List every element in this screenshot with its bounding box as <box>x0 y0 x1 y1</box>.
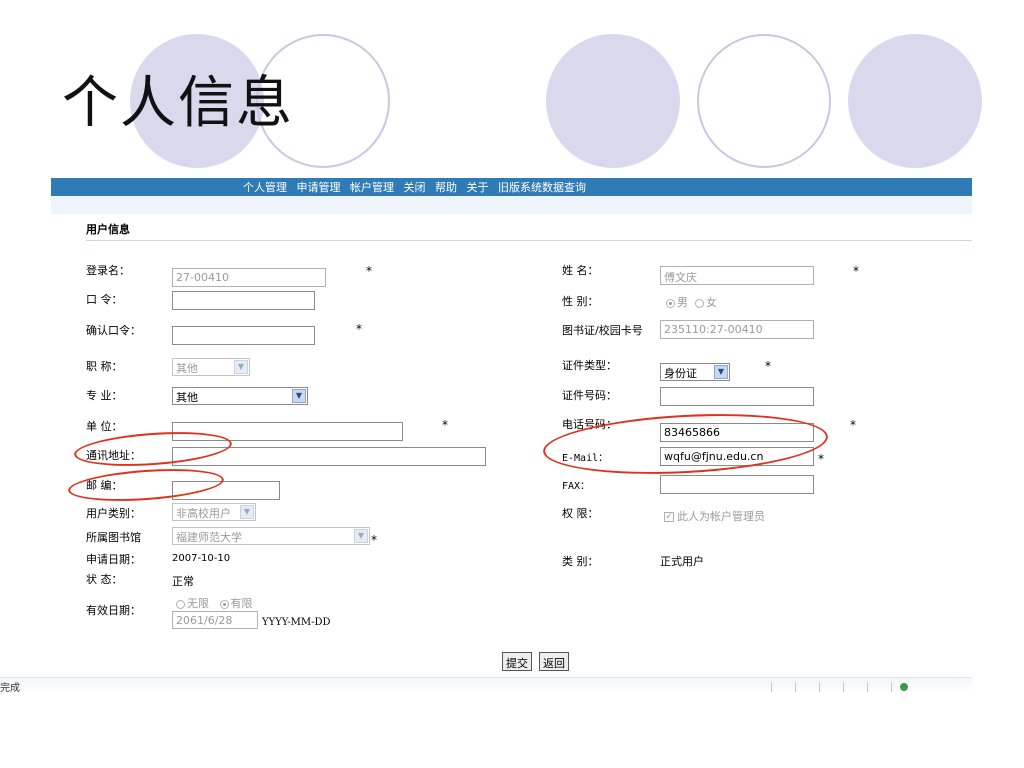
radio-unlimited[interactable] <box>176 599 185 609</box>
library-select-value: 福建师范大学 <box>176 531 242 544</box>
permission-label: 权 限： <box>562 507 599 520</box>
fax-label: FAX： <box>562 481 591 492</box>
divider <box>771 682 772 692</box>
nav-item-account[interactable]: 帐户管理 <box>350 181 394 194</box>
title-select[interactable]: 其他 ▼ <box>172 358 250 376</box>
major-select[interactable]: 其他 ▼ <box>172 387 308 405</box>
radio-male[interactable] <box>666 298 675 308</box>
slide-title: 个人信息 <box>62 71 294 136</box>
divider <box>867 682 868 692</box>
id-number-label: 证件号码： <box>562 389 617 402</box>
permission-option: ✓ 此人为帐户管理员 <box>664 508 765 524</box>
gender-label: 性 别： <box>562 295 599 308</box>
nav-item-close[interactable]: 关闭 <box>404 181 426 194</box>
fax-input[interactable] <box>660 475 814 494</box>
decor-circle <box>546 34 680 168</box>
status-label: 状 态： <box>86 573 123 586</box>
user-type-label: 用户类别： <box>86 507 141 520</box>
id-type-select-value: 身份证 <box>664 367 697 380</box>
password-input[interactable] <box>172 291 315 310</box>
nav-item-old-data[interactable]: 旧版系统数据查询 <box>498 181 586 194</box>
radio-unlimited-label: 无限 <box>187 597 209 610</box>
divider <box>86 240 972 241</box>
valid-date-label: 有效日期： <box>86 604 141 617</box>
required-mark: * <box>818 452 824 466</box>
nav-item-help[interactable]: 帮助 <box>435 181 457 194</box>
chevron-down-icon: ▼ <box>354 529 368 543</box>
confirm-password-label: 确认口令： <box>86 324 141 337</box>
nav-item-about[interactable]: 关于 <box>467 181 489 194</box>
radio-limited-label: 有限 <box>230 597 253 610</box>
id-number-input[interactable] <box>660 387 814 406</box>
required-mark: * <box>853 264 859 278</box>
required-mark: * <box>366 264 372 278</box>
browser-status-bar: 完成 <box>0 677 972 694</box>
chevron-down-icon: ▼ <box>240 505 254 519</box>
title-label: 职 称： <box>86 360 123 373</box>
status-text: 完成 <box>0 683 20 694</box>
radio-female-label: 女 <box>706 296 717 309</box>
chevron-down-icon: ▼ <box>714 365 728 379</box>
category-value: 正式用户 <box>660 555 704 568</box>
user-type-select[interactable]: 非高校用户 ▼ <box>172 503 256 521</box>
card-no-input[interactable]: 235110:27-00410 <box>660 320 814 339</box>
divider <box>795 682 796 692</box>
major-label: 专 业： <box>86 389 123 402</box>
gender-options: 男 女 <box>666 294 717 310</box>
section-title: 用户信息 <box>86 223 130 236</box>
category-label: 类 别： <box>562 555 599 568</box>
apply-date-value: 2007-10-10 <box>172 553 231 564</box>
user-type-select-value: 非高校用户 <box>176 507 231 520</box>
divider <box>843 682 844 692</box>
decor-circle <box>848 34 982 168</box>
submit-button[interactable]: 提交 <box>502 652 532 671</box>
required-mark: * <box>850 418 856 432</box>
required-mark: * <box>371 533 377 547</box>
globe-icon <box>900 683 908 691</box>
divider <box>819 682 820 692</box>
status-value: 正常 <box>172 575 194 588</box>
radio-limited[interactable] <box>219 599 229 609</box>
radio-female[interactable] <box>695 298 704 308</box>
required-mark: * <box>356 322 362 336</box>
major-select-value: 其他 <box>176 391 198 404</box>
library-select[interactable]: 福建师范大学 ▼ <box>172 527 370 545</box>
login-name-label: 登录名： <box>86 264 130 277</box>
admin-checkbox-label: 此人为帐户管理员 <box>677 510 765 523</box>
radio-male-label: 男 <box>677 296 688 309</box>
back-button[interactable]: 返回 <box>539 652 569 671</box>
decor-circle <box>697 34 831 168</box>
valid-date-input[interactable]: 2061/6/28 <box>172 611 258 629</box>
nav-item-personal[interactable]: 个人管理 <box>243 181 287 194</box>
password-label: 口 令： <box>86 293 123 306</box>
library-label: 所属图书馆 <box>86 531 141 544</box>
valid-date-options: 无限 有限 <box>176 595 253 611</box>
chevron-down-icon: ▼ <box>234 360 248 374</box>
admin-checkbox[interactable]: ✓ <box>664 512 674 522</box>
sub-bar <box>51 196 972 214</box>
divider <box>891 682 892 692</box>
card-no-label: 图书证/校园卡号 <box>562 324 643 337</box>
nav-item-apply[interactable]: 申请管理 <box>297 181 341 194</box>
chevron-down-icon: ▼ <box>292 389 306 403</box>
date-format-hint: YYYY-MM-DD <box>262 617 331 628</box>
title-select-value: 其他 <box>176 362 198 375</box>
apply-date-label: 申请日期： <box>86 553 141 566</box>
top-nav-bar: 个人管理 申请管理 帐户管理 关闭 帮助 关于 旧版系统数据查询 <box>51 178 972 196</box>
name-label: 姓 名： <box>562 264 599 277</box>
unit-label: 单 位： <box>86 420 123 433</box>
confirm-password-input[interactable] <box>172 326 315 345</box>
name-input[interactable]: 傅文庆 <box>660 266 814 285</box>
id-type-select[interactable]: 身份证 ▼ <box>660 363 730 381</box>
required-mark: * <box>442 418 448 432</box>
required-mark: * <box>765 359 771 373</box>
id-type-label: 证件类型： <box>562 359 617 372</box>
login-name-input[interactable]: 27-00410 <box>172 268 326 287</box>
